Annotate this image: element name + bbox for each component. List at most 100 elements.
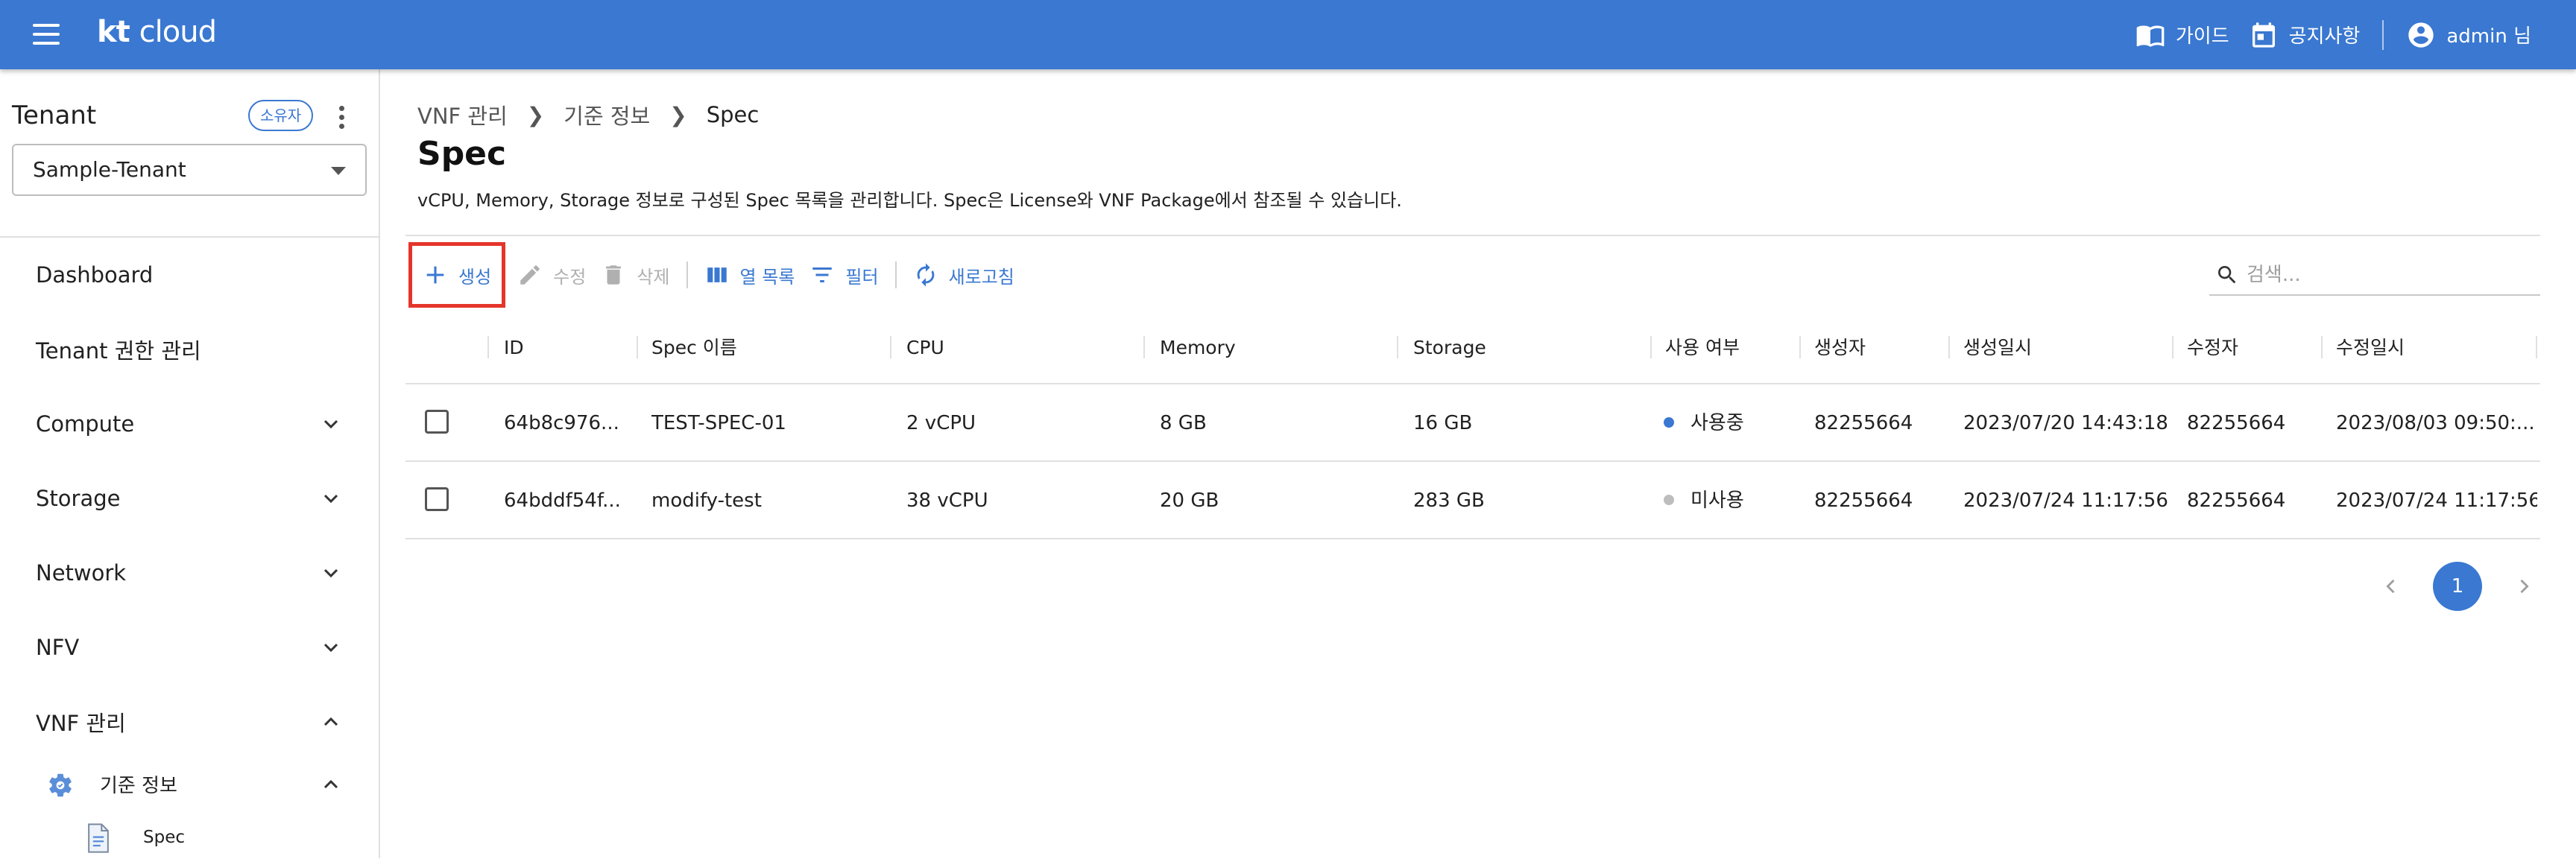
column-divider <box>2321 336 2323 358</box>
trash-icon <box>606 265 622 285</box>
app-header: kt cloud 가이드 공지사항 admin 님 <box>0 0 2576 69</box>
cell-spec-name: modify-test <box>651 489 762 512</box>
breadcrumb-current: Spec <box>706 102 760 127</box>
sidebar-item-network[interactable]: Network <box>0 543 379 603</box>
columns-label: 열 목록 <box>739 266 795 288</box>
column-header-storage[interactable]: Storage <box>1413 311 1486 384</box>
table-row[interactable]: 64b8c976... TEST-SPEC-01 2 vCPU 8 GB 16 … <box>405 384 2540 462</box>
kt-cloud-logo[interactable]: kt cloud <box>97 15 217 49</box>
table-row[interactable]: 64bddf54f... modify-test 38 vCPU 20 GB 2… <box>405 462 2540 539</box>
more-vert-icon[interactable] <box>334 104 349 130</box>
cell-spec-name: TEST-SPEC-01 <box>651 412 786 434</box>
sidebar-item-storage[interactable]: Storage <box>0 469 379 528</box>
column-divider <box>2172 336 2174 358</box>
edit-label: 수정 <box>553 266 587 288</box>
chevron-down-icon <box>323 419 338 429</box>
column-divider <box>2536 336 2537 358</box>
edit-button[interactable]: 수정 <box>510 253 593 297</box>
hamburger-menu-icon[interactable] <box>30 19 63 49</box>
refresh-button[interactable]: 새로고침 <box>906 253 1022 297</box>
refresh-icon <box>917 263 934 287</box>
sidebar-item-nfv[interactable]: NFV <box>0 618 379 677</box>
book-icon <box>2136 25 2165 47</box>
cell-id: 64bddf54f... <box>504 489 621 512</box>
sidebar-subitem-label: 기준 정보 <box>100 774 177 797</box>
column-header-creator[interactable]: 생성자 <box>1814 311 1866 384</box>
column-divider <box>1143 336 1145 358</box>
cell-memory: 20 GB <box>1160 489 1219 512</box>
row-checkbox[interactable] <box>425 410 449 434</box>
column-header-usage[interactable]: 사용 여부 <box>1665 311 1740 384</box>
sidebar-item-vnf-management[interactable]: VNF 관리 <box>0 692 379 752</box>
filter-label: 필터 <box>845 266 879 288</box>
chevron-down-icon <box>323 494 338 504</box>
column-header-memory[interactable]: Memory <box>1160 311 1236 384</box>
logo-kt-text: kt <box>97 15 130 49</box>
cell-cpu: 38 vCPU <box>906 489 988 512</box>
breadcrumb-item[interactable]: VNF 관리 <box>417 99 508 130</box>
chevron-down-icon <box>323 568 338 578</box>
sidebar: Tenant 소유자 Sample-Tenant Dashboard Tenan… <box>0 69 380 858</box>
column-header-modifier[interactable]: 수정자 <box>2187 311 2238 384</box>
cell-cpu: 2 vCPU <box>906 412 976 434</box>
guide-link[interactable]: 가이드 <box>2135 20 2229 50</box>
column-header-modified-at[interactable]: 수정일시 <box>2336 311 2405 384</box>
status-text: 사용중 <box>1690 412 1744 434</box>
sidebar-item-dashboard[interactable]: Dashboard <box>0 245 379 305</box>
column-header-id[interactable]: ID <box>504 311 524 384</box>
chevron-up-icon <box>323 779 338 789</box>
sidebar-item-label: Tenant 권한 관리 <box>36 338 201 364</box>
chevron-right-icon: ❯ <box>669 102 687 127</box>
column-header-spec-name[interactable]: Spec 이름 <box>651 311 737 384</box>
delete-button[interactable]: 삭제 <box>593 253 677 297</box>
toolbar: 생성 수정 삭제 열 목록 필터 새로고침 <box>408 242 1022 308</box>
column-divider <box>487 336 489 358</box>
delete-label: 삭제 <box>637 266 670 288</box>
sidebar-subitem-base-info[interactable]: 기준 정보 <box>0 759 379 808</box>
sidebar-item-tenant-permission[interactable]: Tenant 권한 관리 <box>0 320 379 379</box>
toolbar-divider <box>686 262 688 288</box>
prev-page-icon[interactable] <box>2376 571 2406 601</box>
column-divider <box>890 336 891 358</box>
column-header-cpu[interactable]: CPU <box>906 311 944 384</box>
sidebar-item-label: Network <box>36 560 127 586</box>
cell-modified-at: 2023/08/03 09:50:... <box>2336 412 2535 434</box>
sidebar-item-label: Compute <box>36 411 135 437</box>
dropdown-caret-icon <box>331 167 346 175</box>
sidebar-item-label: Dashboard <box>36 262 154 288</box>
view-column-icon <box>707 267 727 282</box>
notice-link[interactable]: 공지사항 <box>2249 20 2360 50</box>
cell-modifier: 82255664 <box>2187 412 2286 434</box>
next-page-icon[interactable] <box>2509 571 2539 601</box>
tenant-title: Tenant <box>12 101 97 130</box>
cell-storage: 283 GB <box>1413 489 1485 512</box>
cell-modified-at: 2023/07/24 11:17:56 <box>2336 489 2537 512</box>
cell-created-at: 2023/07/20 14:43:18 <box>1963 412 2168 434</box>
filter-button[interactable]: 필터 <box>802 253 886 297</box>
row-checkbox[interactable] <box>425 487 449 511</box>
sidebar-subitem-spec[interactable]: Spec <box>0 813 379 862</box>
plus-icon <box>426 266 444 284</box>
user-menu[interactable]: admin 님 <box>2406 20 2531 50</box>
owner-badge: 소유자 <box>248 100 314 131</box>
chevron-down-icon <box>323 643 338 653</box>
breadcrumb-item[interactable]: 기준 정보 <box>564 99 650 130</box>
column-header-created-at[interactable]: 생성일시 <box>1963 311 2032 384</box>
cell-usage: 미사용 <box>1664 462 1744 539</box>
columns-button[interactable]: 열 목록 <box>697 253 803 297</box>
tenant-select[interactable]: Sample-Tenant <box>12 144 367 196</box>
pagination: 1 <box>2376 560 2539 613</box>
sidebar-item-compute[interactable]: Compute <box>0 394 379 454</box>
sidebar-item-label: NFV <box>36 635 80 660</box>
gear-icon <box>49 773 72 797</box>
create-button[interactable]: 생성 <box>408 242 506 308</box>
cell-creator: 82255664 <box>1814 489 1913 512</box>
column-divider <box>1948 336 1950 358</box>
page-number-button[interactable]: 1 <box>2433 562 2482 611</box>
search-input[interactable] <box>2247 264 2530 286</box>
tenant-select-value: Sample-Tenant <box>33 157 186 182</box>
toolbar-divider <box>894 262 897 288</box>
header-divider <box>2382 19 2384 50</box>
table-header: ID Spec 이름 CPU Memory Storage 사용 여부 생성자 … <box>405 311 2540 384</box>
status-dot-icon <box>1664 416 1674 428</box>
